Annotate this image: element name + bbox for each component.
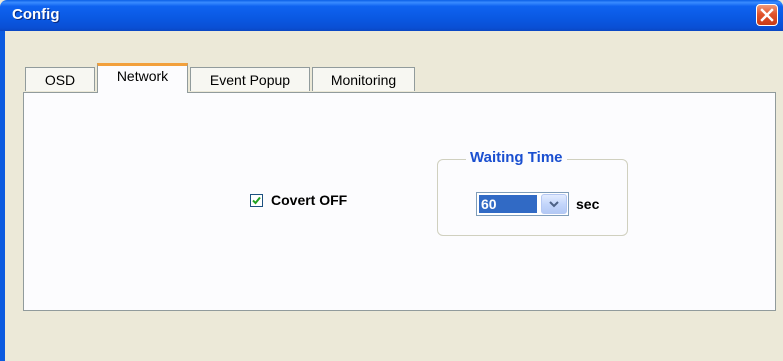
covert-off-label: Covert OFF: [271, 192, 348, 208]
tab-network[interactable]: Network: [97, 63, 188, 93]
tab-label: Network: [116, 68, 169, 84]
tab-monitoring[interactable]: Monitoring: [312, 67, 415, 91]
waiting-time-select[interactable]: 60: [476, 192, 569, 216]
dropdown-button[interactable]: [541, 194, 567, 214]
tab-event-popup[interactable]: Event Popup: [190, 67, 310, 91]
window-left-border: [0, 31, 5, 361]
check-icon: [252, 196, 261, 204]
close-icon: [760, 8, 774, 22]
waiting-time-unit: sec: [576, 196, 600, 212]
network-tab-panel: [23, 92, 776, 311]
tab-label: Event Popup: [209, 72, 291, 88]
waiting-time-value: 60: [479, 195, 537, 213]
window-title: Config: [12, 6, 60, 23]
covert-off-checkbox[interactable]: [250, 193, 263, 207]
title-bar[interactable]: Config: [0, 0, 783, 31]
chevron-down-icon: [549, 201, 559, 208]
tab-osd[interactable]: OSD: [25, 67, 95, 91]
close-button[interactable]: [756, 4, 778, 26]
config-dialog: Config OSD Network Event Popup Monitorin…: [0, 0, 783, 361]
tab-label: OSD: [44, 72, 76, 88]
covert-off-checkbox-row[interactable]: Covert OFF: [250, 192, 347, 208]
waiting-time-title: Waiting Time: [466, 149, 567, 166]
tab-label: Monitoring: [330, 72, 397, 88]
